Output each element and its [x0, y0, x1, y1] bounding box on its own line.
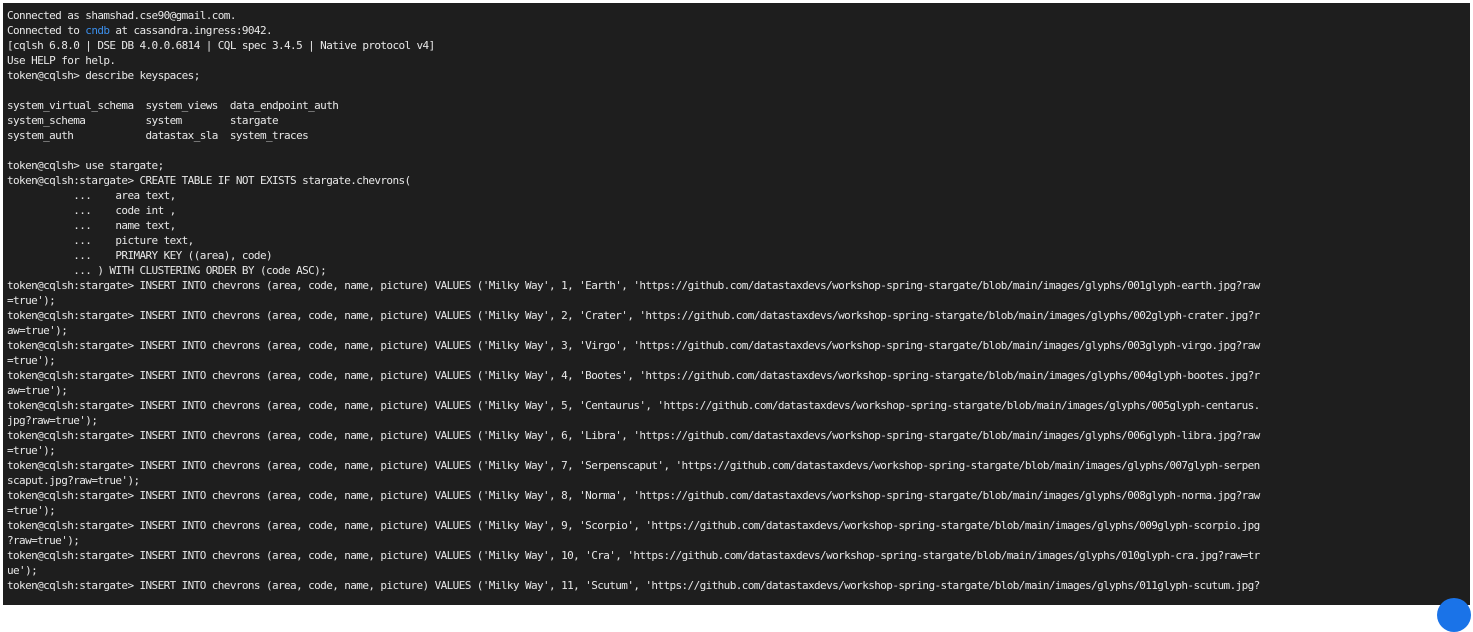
terminal-line: ... PRIMARY KEY ((area), code): [7, 249, 272, 262]
terminal-line: token@cqlsh:stargate> INSERT INTO chevro…: [7, 399, 1260, 412]
terminal-line: token@cqlsh:stargate> INSERT INTO chevro…: [7, 369, 1260, 382]
connected-to-prefix: Connected to: [7, 24, 86, 37]
terminal-line: token@cqlsh:stargate> INSERT INTO chevro…: [7, 279, 1260, 292]
terminal-line: token@cqlsh:stargate> INSERT INTO chevro…: [7, 579, 1260, 592]
terminal-line: token@cqlsh:stargate> INSERT INTO chevro…: [7, 459, 1260, 472]
terminal-line: =true');: [7, 354, 56, 367]
connected-to-suffix: at cassandra.ingress:9042.: [109, 24, 272, 37]
terminal-line: system_auth datastax_sla system_traces: [7, 129, 309, 142]
terminal-line: token@cqlsh:stargate> CREATE TABLE IF NO…: [7, 174, 411, 187]
terminal-line: aw=true');: [7, 384, 68, 397]
terminal-line: system_virtual_schema system_views data_…: [7, 99, 339, 112]
terminal-line: [cqlsh 6.8.0 | DSE DB 4.0.0.6814 | CQL s…: [7, 39, 435, 52]
terminal-line: token@cqlsh:stargate> INSERT INTO chevro…: [7, 309, 1260, 322]
terminal-line: =true');: [7, 504, 56, 517]
terminal-line: ... picture text,: [7, 234, 194, 247]
floating-action-button[interactable]: [1437, 598, 1471, 632]
terminal-line: token@cqlsh:stargate> INSERT INTO chevro…: [7, 489, 1260, 502]
terminal-line-connected-to: Connected to cndb at cassandra.ingress:9…: [7, 23, 1466, 38]
terminal-line: ... name text,: [7, 219, 176, 232]
terminal-line: ... ) WITH CLUSTERING ORDER BY (code ASC…: [7, 264, 327, 277]
terminal-line: scaput.jpg?raw=true');: [7, 474, 140, 487]
terminal-line: token@cqlsh> describe keyspaces;: [7, 69, 200, 82]
terminal-line: token@cqlsh> use stargate;: [7, 159, 164, 172]
terminal-line: ?raw=true');: [7, 534, 80, 547]
terminal-line: token@cqlsh:stargate> INSERT INTO chevro…: [7, 549, 1260, 562]
terminal-line: =true');: [7, 444, 56, 457]
terminal-line: jpg?raw=true');: [7, 414, 98, 427]
terminal-line: ue');: [7, 564, 38, 577]
terminal-line: system_schema system stargate: [7, 114, 279, 127]
terminal-line: ... area text,: [7, 189, 176, 202]
terminal-line: token@cqlsh:stargate> INSERT INTO chevro…: [7, 339, 1260, 352]
terminal-line: token@cqlsh:stargate> INSERT INTO chevro…: [7, 429, 1260, 442]
terminal-line: aw=true');: [7, 324, 68, 337]
terminal-line: token@cqlsh:stargate> INSERT INTO chevro…: [7, 519, 1260, 532]
terminal-line: Use HELP for help.: [7, 54, 116, 67]
terminal-window[interactable]: Connected as shamshad.cse90@gmail.com. C…: [3, 3, 1470, 605]
terminal-line: =true');: [7, 294, 56, 307]
terminal-line-connected-as: Connected as shamshad.cse90@gmail.com.: [7, 9, 236, 22]
terminal-line: ... code int ,: [7, 204, 176, 217]
database-name: cndb: [85, 24, 110, 37]
